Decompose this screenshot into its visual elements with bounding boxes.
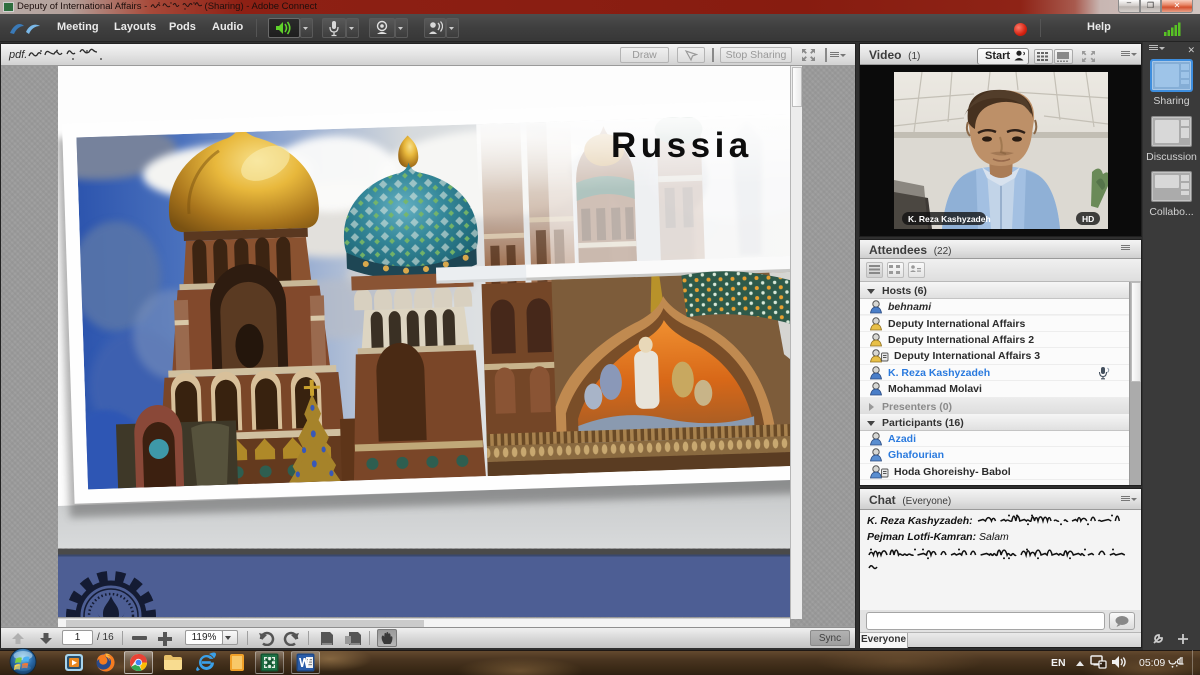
svg-text:K. Reza Kashyzadeh: K. Reza Kashyzadeh	[908, 214, 991, 224]
svg-text:HD: HD	[1082, 214, 1094, 224]
